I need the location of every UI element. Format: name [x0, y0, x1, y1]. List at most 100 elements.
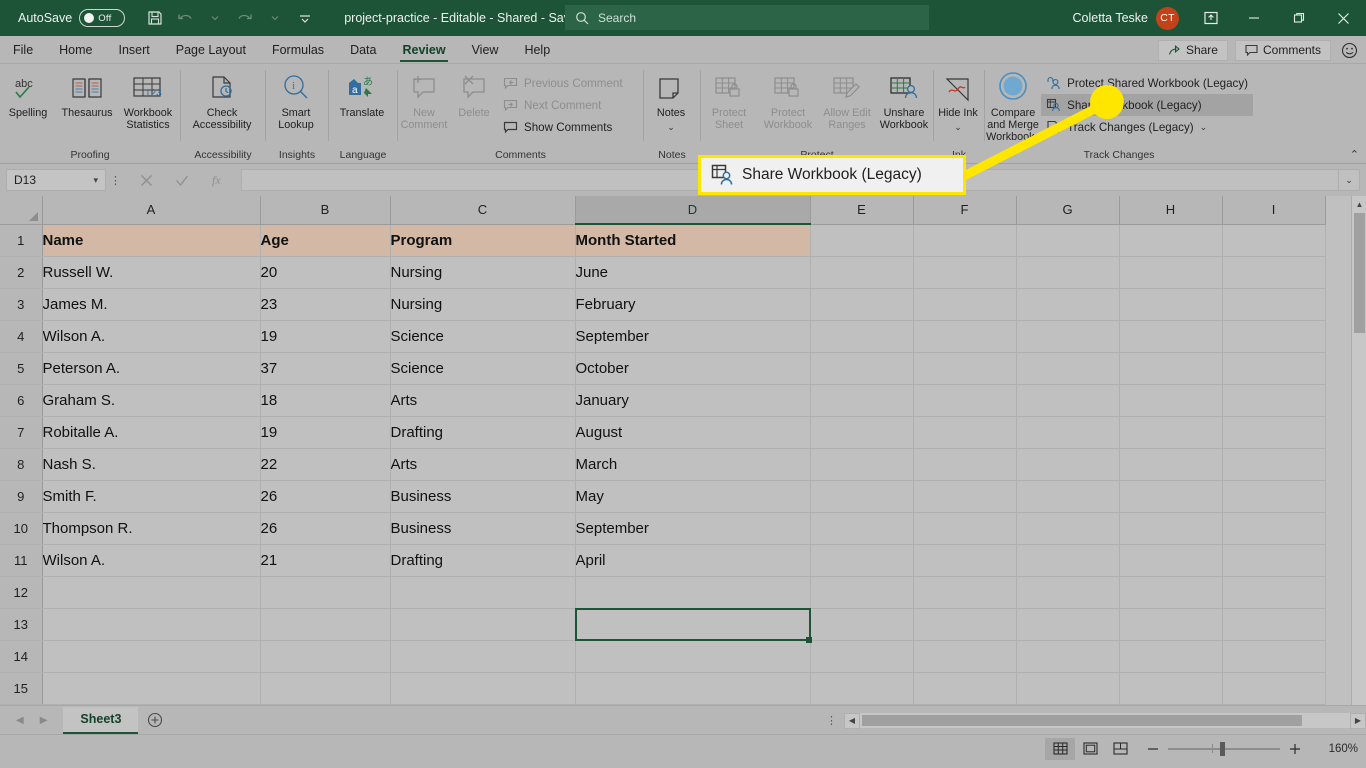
- cell-d5[interactable]: October: [575, 352, 811, 385]
- cell-c3[interactable]: Nursing: [390, 288, 576, 321]
- zoom-slider[interactable]: [1168, 741, 1280, 756]
- cell-g11[interactable]: [1016, 544, 1120, 577]
- cell-f6[interactable]: [913, 384, 1017, 417]
- undo-icon[interactable]: [171, 6, 198, 30]
- cell-e2[interactable]: [810, 256, 914, 289]
- feedback-smiley-icon[interactable]: [1338, 39, 1360, 61]
- cell-e1[interactable]: [810, 224, 914, 257]
- cell-d4[interactable]: September: [575, 320, 811, 353]
- row-header[interactable]: 4: [0, 320, 43, 353]
- search-box[interactable]: Search: [565, 5, 929, 30]
- cell-h13[interactable]: [1119, 608, 1223, 641]
- cell-a3[interactable]: James M.: [42, 288, 261, 321]
- thesaurus-button[interactable]: Thesaurus: [56, 68, 118, 119]
- cell-d14[interactable]: [575, 640, 811, 673]
- cell-i8[interactable]: [1222, 448, 1326, 481]
- formula-bar-expand-icon[interactable]: ⌄: [1338, 169, 1360, 191]
- cell-c6[interactable]: Arts: [390, 384, 576, 417]
- row-header[interactable]: 12: [0, 576, 43, 609]
- zoom-out-minus-icon[interactable]: [1147, 743, 1159, 755]
- tab-review[interactable]: Review: [389, 37, 458, 63]
- cell-d2[interactable]: June: [575, 256, 811, 289]
- row-header[interactable]: 13: [0, 608, 43, 641]
- cell-h6[interactable]: [1119, 384, 1223, 417]
- page-layout-view-icon[interactable]: [1075, 738, 1105, 760]
- show-comments-button[interactable]: Show Comments: [498, 116, 628, 138]
- cell-c4[interactable]: Science: [390, 320, 576, 353]
- column-header-a[interactable]: A: [42, 196, 261, 225]
- row-header[interactable]: 3: [0, 288, 43, 321]
- enter-check-icon[interactable]: [175, 174, 189, 187]
- row-header[interactable]: 14: [0, 640, 43, 673]
- cell-h3[interactable]: [1119, 288, 1223, 321]
- cell-h7[interactable]: [1119, 416, 1223, 449]
- cell-d13[interactable]: [575, 608, 811, 641]
- cell-g5[interactable]: [1016, 352, 1120, 385]
- column-header-c[interactable]: C: [390, 196, 576, 225]
- cancel-icon[interactable]: [140, 174, 153, 187]
- cell-h9[interactable]: [1119, 480, 1223, 513]
- cell-c10[interactable]: Business: [390, 512, 576, 545]
- ribbon-display-options-icon[interactable]: [1191, 0, 1231, 36]
- cell-f5[interactable]: [913, 352, 1017, 385]
- translate-button[interactable]: aあ Translate: [329, 68, 395, 119]
- notes-button[interactable]: Notes ⌄: [644, 68, 698, 133]
- cell-i2[interactable]: [1222, 256, 1326, 289]
- cell-i11[interactable]: [1222, 544, 1326, 577]
- add-sheet-plus-icon[interactable]: [138, 712, 172, 728]
- vertical-scroll-thumb[interactable]: [1354, 213, 1365, 333]
- column-header-e[interactable]: E: [810, 196, 914, 225]
- cell-g2[interactable]: [1016, 256, 1120, 289]
- vertical-scrollbar[interactable]: ▲: [1351, 196, 1366, 705]
- cell-i1[interactable]: [1222, 224, 1326, 257]
- cell-e9[interactable]: [810, 480, 914, 513]
- column-header-d[interactable]: D: [575, 196, 811, 225]
- cell-e6[interactable]: [810, 384, 914, 417]
- cell-a15[interactable]: [42, 672, 261, 705]
- cell-d15[interactable]: [575, 672, 811, 705]
- cell-b12[interactable]: [260, 576, 391, 609]
- customize-qat-icon[interactable]: [291, 6, 318, 30]
- row-header[interactable]: 9: [0, 480, 43, 513]
- autosave-control[interactable]: AutoSave Off: [18, 9, 126, 27]
- notes-dropdown-icon[interactable]: ⌄: [667, 121, 675, 133]
- normal-view-icon[interactable]: [1045, 737, 1075, 760]
- cell-h14[interactable]: [1119, 640, 1223, 673]
- cell-b8[interactable]: 22: [260, 448, 391, 481]
- autosave-toggle[interactable]: Off: [79, 9, 126, 27]
- cell-h4[interactable]: [1119, 320, 1223, 353]
- cell-i14[interactable]: [1222, 640, 1326, 673]
- row-header[interactable]: 1: [0, 224, 43, 257]
- cell-g1[interactable]: [1016, 224, 1120, 257]
- cell-f13[interactable]: [913, 608, 1017, 641]
- cell-i9[interactable]: [1222, 480, 1326, 513]
- cell-a4[interactable]: Wilson A.: [42, 320, 261, 353]
- horizontal-scroll-thumb[interactable]: [862, 715, 1302, 726]
- tab-view[interactable]: View: [459, 37, 512, 63]
- cell-f7[interactable]: [913, 416, 1017, 449]
- zoom-in-plus-icon[interactable]: [1289, 743, 1301, 755]
- cell-a14[interactable]: [42, 640, 261, 673]
- cell-a9[interactable]: Smith F.: [42, 480, 261, 513]
- cell-i7[interactable]: [1222, 416, 1326, 449]
- cell-e13[interactable]: [810, 608, 914, 641]
- cell-e10[interactable]: [810, 512, 914, 545]
- name-box-dropdown-icon[interactable]: ▾: [93, 175, 98, 186]
- cell-c12[interactable]: [390, 576, 576, 609]
- cell-f10[interactable]: [913, 512, 1017, 545]
- cell-g13[interactable]: [1016, 608, 1120, 641]
- cell-e12[interactable]: [810, 576, 914, 609]
- cell-e11[interactable]: [810, 544, 914, 577]
- share-button[interactable]: Share: [1157, 39, 1228, 61]
- cell-a8[interactable]: Nash S.: [42, 448, 261, 481]
- cell-b4[interactable]: 19: [260, 320, 391, 353]
- cell-b14[interactable]: [260, 640, 391, 673]
- smart-lookup-button[interactable]: i Smart Lookup: [266, 68, 326, 131]
- cell-i5[interactable]: [1222, 352, 1326, 385]
- previous-sheet-icon[interactable]: ◀: [16, 715, 24, 726]
- cell-e14[interactable]: [810, 640, 914, 673]
- cell-f9[interactable]: [913, 480, 1017, 513]
- cell-b6[interactable]: 18: [260, 384, 391, 417]
- cell-c14[interactable]: [390, 640, 576, 673]
- cell-a7[interactable]: Robitalle A.: [42, 416, 261, 449]
